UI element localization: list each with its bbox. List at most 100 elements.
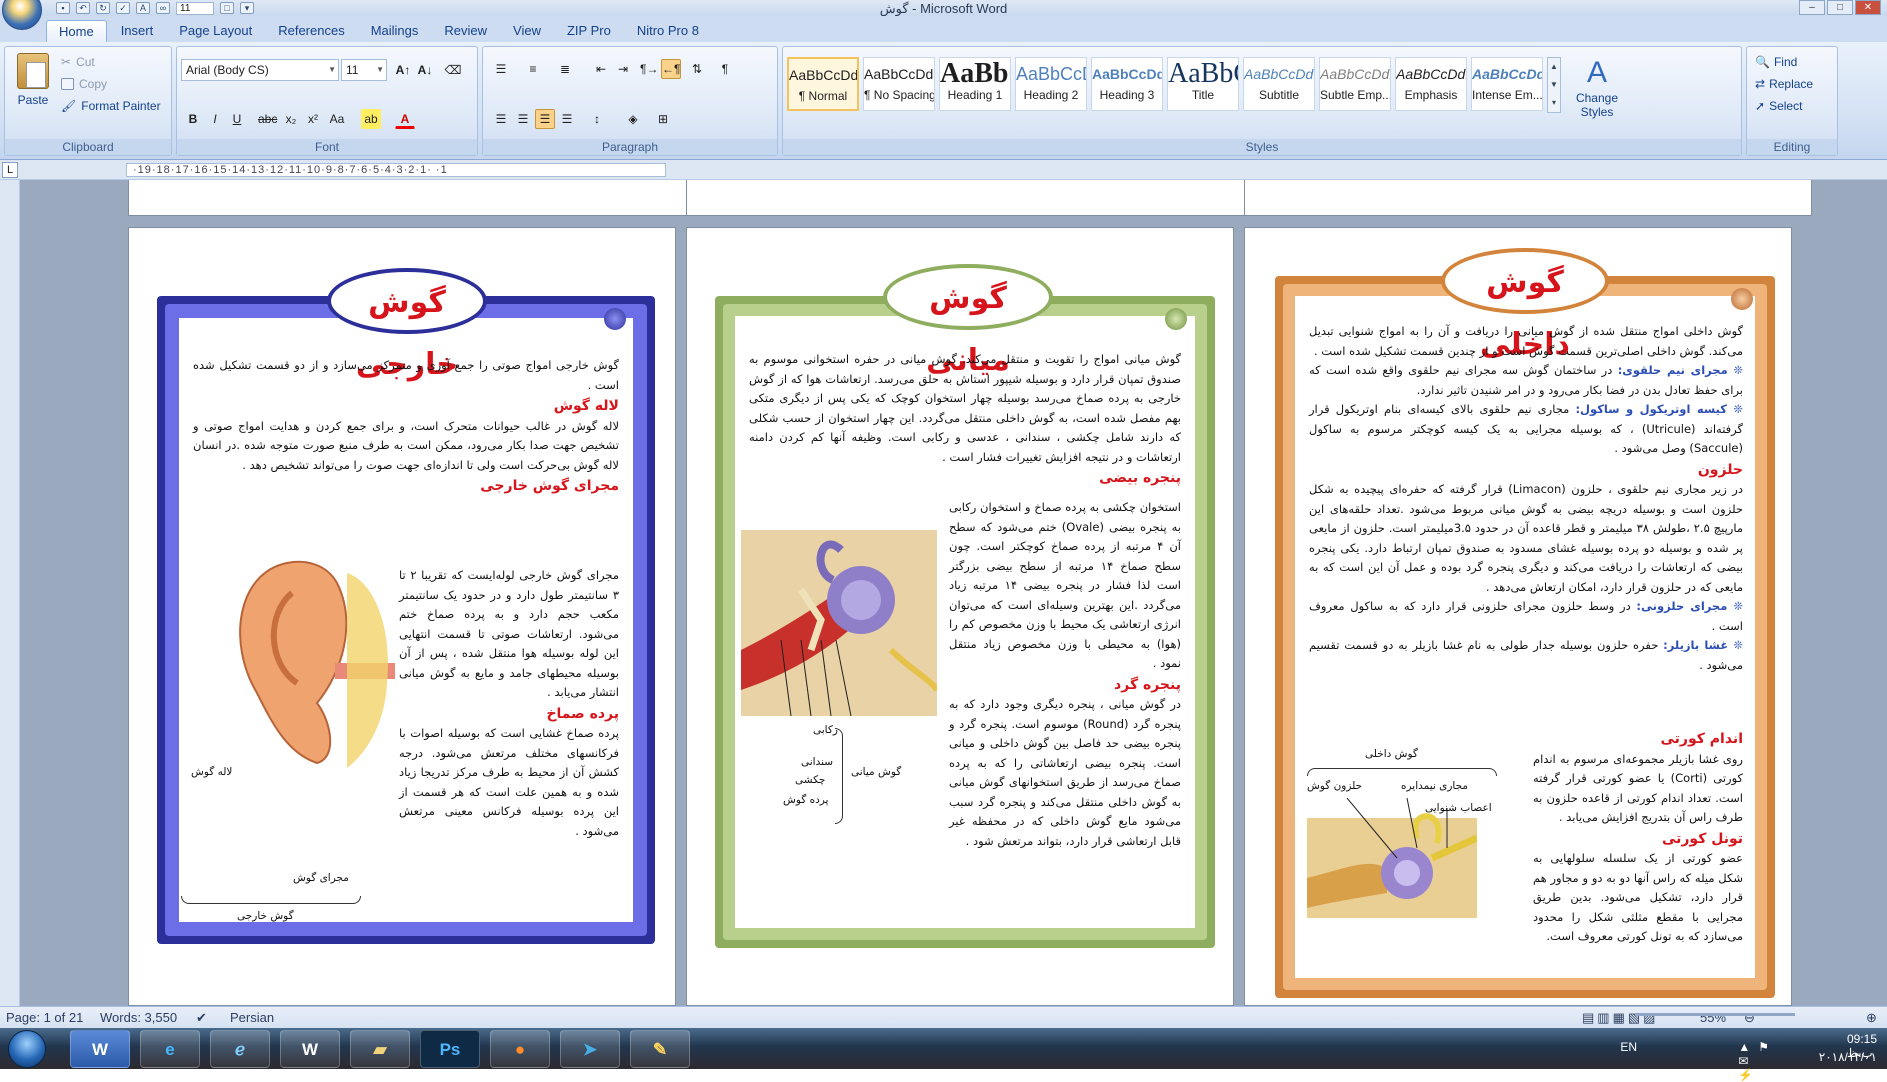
spelling-status-icon[interactable]: ✔ [196,1010,207,1026]
align-center-icon[interactable]: ☰ [513,109,533,129]
underline-icon[interactable]: U [227,109,247,129]
minimize-icon[interactable]: – [1799,0,1825,15]
change-case-icon[interactable]: Aa [327,109,347,129]
justify-icon[interactable]: ☰ [557,109,577,129]
photoshop-app-button[interactable]: Ps [420,1030,480,1068]
horizontal-ruler[interactable]: ·19·18·17·16·15·14·13·12·11·10·9·8·7·6·5… [126,163,666,177]
format-painter-button[interactable]: 🖌 Format Painter [61,99,161,113]
find-button[interactable]: 🔍 Find [1755,55,1797,69]
zoom-in-icon[interactable]: ⊕ [1866,1010,1877,1026]
tab-mailings[interactable]: Mailings [359,20,431,42]
line-spacing-icon[interactable]: ↕ [587,109,607,129]
select-button[interactable]: ➚ Select [1755,99,1802,113]
style-intense-emphasis[interactable]: AaBbCcDdEe Intense Em... [1471,57,1543,111]
edge-icon[interactable]: ℯ [210,1030,270,1068]
close-icon[interactable]: ✕ [1855,0,1881,15]
copy-icon [61,78,74,90]
page-strip [1244,180,1812,216]
sort-icon[interactable]: ⇅ [687,59,707,79]
style-subtitle[interactable]: AaBbCcDdEe Subtitle [1243,57,1315,111]
font-size-select[interactable]: 11 ▼ [341,59,387,81]
style-normal[interactable]: AaBbCcDdEe ¶ Normal [787,57,859,111]
copy-label: Copy [79,77,108,91]
shrink-font-icon[interactable]: A↓ [415,60,435,80]
tab-review[interactable]: Review [432,20,499,42]
bold-icon[interactable]: B [183,109,203,129]
numbering-icon[interactable]: ≡ [523,59,543,79]
folder-icon[interactable]: ▰ [350,1030,410,1068]
tab-home[interactable]: Home [46,20,107,42]
tab-nitro-pro[interactable]: Nitro Pro 8 [625,20,711,42]
paste-button[interactable]: Paste [13,53,53,107]
start-button[interactable] [8,1030,46,1068]
strikethrough-icon[interactable]: abc [257,109,277,129]
tab-references[interactable]: References [266,20,356,42]
italic-icon[interactable]: I [205,109,225,129]
label-semicircular: مجاری نیمدایره [1401,780,1469,792]
inner-ear-illustration [1307,798,1477,918]
vertical-ruler[interactable] [0,180,20,1006]
subscript-icon[interactable]: x₂ [281,109,301,129]
style-heading-2[interactable]: AaBbCcDdEe Heading 2 [1015,57,1087,111]
word-count[interactable]: Words: 3,550 [100,1010,177,1025]
style-heading-3[interactable]: AaBbCcDdEe Heading 3 [1091,57,1163,111]
page-count[interactable]: Page: 1 of 21 [6,1010,83,1025]
clear-format-icon[interactable]: ⌫ [443,60,463,80]
chevron-down-icon: ▼ [376,65,384,74]
align-right-icon[interactable]: ☰ [535,109,555,129]
firefox-icon[interactable]: ● [490,1030,550,1068]
style-preview: AaBbCcDdEe [1320,66,1390,82]
document-area[interactable]: گوش خارجی گوش خارجی امواج صوتی را جمع آو… [20,180,1887,1006]
language-indicator[interactable]: Persian [230,1010,274,1025]
cut-button[interactable]: ✂ Cut [61,55,95,69]
decrease-indent-icon[interactable]: ⇤ [591,59,611,79]
style-no-spacing[interactable]: AaBbCcDdEe ¶ No Spacing [863,57,935,111]
bullets-icon[interactable]: ☰ [491,59,511,79]
style-emphasis[interactable]: AaBbCcDdEe Emphasis [1395,57,1467,111]
align-left-icon[interactable]: ☰ [491,109,511,129]
paragraph-group-label: Paragraph [483,139,777,155]
tab-selector[interactable]: L [2,162,18,178]
page-strip [128,180,696,216]
shading-icon[interactable]: ◈ [623,109,643,129]
tab-page-layout[interactable]: Page Layout [167,20,264,42]
style-subtle-emphasis[interactable]: AaBbCcDdEe Subtle Emp... [1319,57,1391,111]
para-round-window: در گوش میانی ، پنجره دیگری وجود دارد که … [949,697,1181,848]
frame-knob [604,308,626,330]
word-doc-icon[interactable]: W [280,1030,340,1068]
highlight-icon[interactable]: ab [361,109,381,129]
scissors-icon: ✂ [61,55,72,69]
maximize-icon[interactable]: □ [1827,0,1853,15]
zoom-slider[interactable] [1635,1013,1795,1016]
telegram-icon[interactable]: ➤ [560,1030,620,1068]
font-color-icon[interactable]: A [395,109,415,129]
heading-organ-corti: اندام کورتی [1660,731,1743,747]
clock-date[interactable]: ۲۰۱۸/۱۳/۰۱ [1819,1050,1877,1064]
style-title[interactable]: AaBbCcDdEeTitle [1167,57,1239,111]
increase-indent-icon[interactable]: ⇥ [613,59,633,79]
tab-insert[interactable]: Insert [109,20,166,42]
style-preview: AaBbCcDdEe [1092,66,1162,82]
style-heading-1[interactable]: AaBbCcDdEeHeading 1 [939,57,1011,111]
style-preview: AaBbCcDdEe [864,66,934,82]
borders-icon[interactable]: ⊞ [653,109,673,129]
word-app-button[interactable]: W [70,1030,130,1068]
tray-icons[interactable]: ▲⚑✉⚡♪ [1738,1040,1777,1082]
frame-knob [1165,308,1187,330]
superscript-icon[interactable]: x² [303,109,323,129]
change-styles-button[interactable]: A Change Styles [1569,55,1625,119]
rtl-icon[interactable]: ←¶ [661,59,681,79]
input-language[interactable]: EN [1620,1040,1637,1054]
styles-scroll[interactable]: ▲ ▼ ▾ [1547,57,1561,113]
tab-view[interactable]: View [501,20,553,42]
tab-zip-pro[interactable]: ZIP Pro [555,20,623,42]
font-name-select[interactable]: Arial (Body CS) ▼ [181,59,339,81]
grow-font-icon[interactable]: A↑ [393,60,413,80]
ie-app-button[interactable]: e [140,1030,200,1068]
show-marks-icon[interactable]: ¶ [715,59,735,79]
copy-button[interactable]: Copy [61,77,107,91]
paint-icon[interactable]: ✎ [630,1030,690,1068]
ltr-icon[interactable]: ¶→ [639,59,659,79]
multilevel-list-icon[interactable]: ≣ [555,59,575,79]
replace-button[interactable]: ⇄ Replace [1755,77,1813,91]
